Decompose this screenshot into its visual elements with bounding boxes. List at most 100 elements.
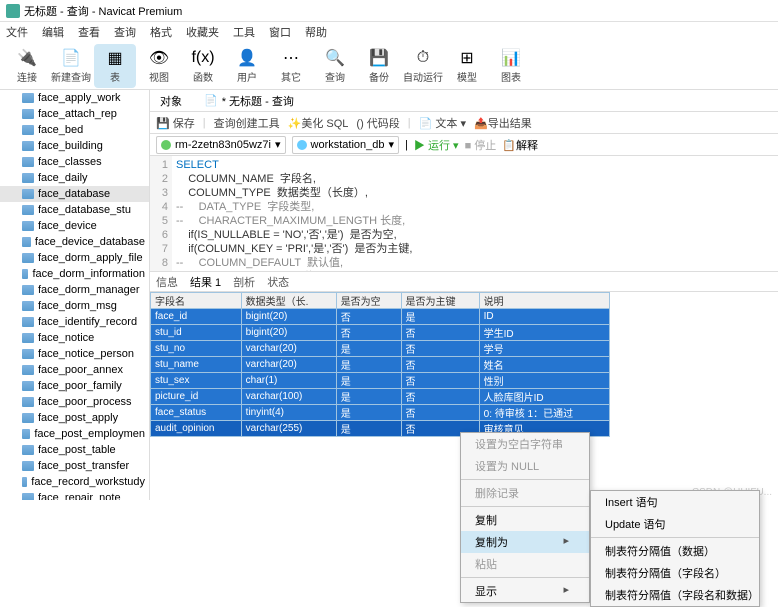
cell[interactable]: stu_sex <box>151 373 242 389</box>
cell[interactable]: varchar(255) <box>241 421 336 437</box>
connection-combo[interactable]: rm-2zetn83n05wz7i ▾ <box>156 136 286 154</box>
table-row[interactable]: picture_idvarchar(100)是否人脸库图片ID <box>151 389 610 405</box>
mi-copy[interactable]: 复制 <box>461 509 589 531</box>
tree-item-face_apply_work[interactable]: face_apply_work <box>0 90 149 106</box>
cell[interactable]: picture_id <box>151 389 242 405</box>
menu-help[interactable]: 帮助 <box>305 24 327 40</box>
cell[interactable]: 否 <box>401 389 479 405</box>
tree-item-face_dorm_apply_file[interactable]: face_dorm_apply_file <box>0 250 149 266</box>
table-row[interactable]: stu_novarchar(20)是否学号 <box>151 341 610 357</box>
cell[interactable]: 是 <box>336 357 401 373</box>
cell[interactable]: bigint(20) <box>241 309 336 325</box>
tree-item-face_database[interactable]: face_database <box>0 186 149 202</box>
tree-item-face_record_workstudy[interactable]: face_record_workstudy <box>0 474 149 490</box>
cell[interactable]: 是 <box>336 341 401 357</box>
cell[interactable]: 是 <box>401 309 479 325</box>
mi-tab-fields[interactable]: 制表符分隔值（字段名） <box>591 562 759 584</box>
menu-query[interactable]: 查询 <box>114 24 136 40</box>
tree-item-face_notice[interactable]: face_notice <box>0 330 149 346</box>
cell[interactable]: 0: 待审核 1：已通过 <box>479 405 609 421</box>
code[interactable]: SELECT COLUMN_NAME 字段名, COLUMN_TYPE 数据类型… <box>172 156 778 271</box>
save-button[interactable]: 💾 保存 <box>156 115 195 131</box>
tree-item-face_database_stu[interactable]: face_database_stu <box>0 202 149 218</box>
export-button[interactable]: 📤导出结果 <box>474 115 532 131</box>
table-row[interactable]: stu_idbigint(20)否否学生ID <box>151 325 610 341</box>
cell[interactable]: 否 <box>401 357 479 373</box>
col-header[interactable]: 数据类型（长. <box>241 293 336 309</box>
mi-copy-as[interactable]: 复制为 <box>461 531 589 553</box>
cell[interactable]: 否 <box>401 373 479 389</box>
menu-tools[interactable]: 工具 <box>233 24 255 40</box>
table-row[interactable]: stu_sexchar(1)是否性别 <box>151 373 610 389</box>
cell[interactable]: 人脸库图片ID <box>479 389 609 405</box>
cell[interactable]: stu_name <box>151 357 242 373</box>
mi-paste[interactable]: 粘贴 <box>461 553 589 575</box>
toolbar-表[interactable]: ▦表 <box>94 44 136 88</box>
cell[interactable]: bigint(20) <box>241 325 336 341</box>
cell[interactable]: 学号 <box>479 341 609 357</box>
toolbar-其它[interactable]: ⋯其它 <box>270 44 312 88</box>
tree-item-face_dorm_information[interactable]: face_dorm_information <box>0 266 149 282</box>
tree-item-face_identify_record[interactable]: face_identify_record <box>0 314 149 330</box>
table-row[interactable]: face_statustinyint(4)是否0: 待审核 1：已通过 <box>151 405 610 421</box>
cell[interactable]: 是 <box>336 373 401 389</box>
menu-file[interactable]: 文件 <box>6 24 28 40</box>
toolbar-新建查询[interactable]: 📄新建查询 <box>50 44 92 88</box>
tree-item-face_post_employmen[interactable]: face_post_employmen <box>0 426 149 442</box>
col-header[interactable]: 说明 <box>479 293 609 309</box>
tree-item-face_classes[interactable]: face_classes <box>0 154 149 170</box>
menu-fav[interactable]: 收藏夹 <box>186 24 219 40</box>
toolbar-连接[interactable]: 🔌连接 <box>6 44 48 88</box>
tree-item-face_poor_annex[interactable]: face_poor_annex <box>0 362 149 378</box>
cell[interactable]: 否 <box>401 341 479 357</box>
menu-format[interactable]: 格式 <box>150 24 172 40</box>
database-combo[interactable]: workstation_db ▾ <box>292 136 400 154</box>
builder-button[interactable]: 查询创建工具 <box>214 115 280 131</box>
tree-item-face_daily[interactable]: face_daily <box>0 170 149 186</box>
run-button[interactable]: ▶ 运行 ▾ <box>414 137 459 153</box>
tree-item-face_attach_rep[interactable]: face_attach_rep <box>0 106 149 122</box>
tree-item-face_dorm_manager[interactable]: face_dorm_manager <box>0 282 149 298</box>
tab-info[interactable]: 信息 <box>156 274 178 290</box>
table-row[interactable]: stu_namevarchar(20)是否姓名 <box>151 357 610 373</box>
cell[interactable]: varchar(20) <box>241 357 336 373</box>
tree-item-face_post_transfer[interactable]: face_post_transfer <box>0 458 149 474</box>
cell[interactable]: face_status <box>151 405 242 421</box>
tree-item-face_notice_person[interactable]: face_notice_person <box>0 346 149 362</box>
tree-item-face_dorm_msg[interactable]: face_dorm_msg <box>0 298 149 314</box>
toolbar-用户[interactable]: 👤用户 <box>226 44 268 88</box>
cell[interactable]: 是 <box>336 389 401 405</box>
cell[interactable]: 是 <box>336 421 401 437</box>
cell[interactable]: stu_no <box>151 341 242 357</box>
cell[interactable]: 是 <box>336 405 401 421</box>
text-button[interactable]: 📄 文本 ▾ <box>419 115 466 131</box>
mi-tab-both[interactable]: 制表符分隔值（字段名和数据） <box>591 584 759 606</box>
menu-edit[interactable]: 编辑 <box>42 24 64 40</box>
mi-tab-data[interactable]: 制表符分隔值（数据） <box>591 540 759 562</box>
cell[interactable]: 否 <box>336 325 401 341</box>
tab-query[interactable]: 📄 * 无标题 - 查询 <box>198 91 300 111</box>
tree-item-face_building[interactable]: face_building <box>0 138 149 154</box>
toolbar-查询[interactable]: 🔍查询 <box>314 44 356 88</box>
cell[interactable]: tinyint(4) <box>241 405 336 421</box>
cell[interactable]: varchar(100) <box>241 389 336 405</box>
cell[interactable]: 否 <box>401 325 479 341</box>
toolbar-视图[interactable]: 👁视图 <box>138 44 180 88</box>
table-row[interactable]: face_idbigint(20)否是ID <box>151 309 610 325</box>
toolbar-模型[interactable]: ⊞模型 <box>446 44 488 88</box>
cell[interactable]: 性别 <box>479 373 609 389</box>
mi-delete-record[interactable]: 删除记录 <box>461 482 589 504</box>
tab-profile[interactable]: 剖析 <box>233 274 255 290</box>
cell[interactable]: audit_opinion <box>151 421 242 437</box>
tree-item-face_post_apply[interactable]: face_post_apply <box>0 410 149 426</box>
tree-item-face_device_database[interactable]: face_device_database <box>0 234 149 250</box>
col-header[interactable]: 是否为空 <box>336 293 401 309</box>
col-header[interactable]: 是否为主键 <box>401 293 479 309</box>
mi-set-blank[interactable]: 设置为空白字符串 <box>461 433 589 455</box>
codeseg-button[interactable]: () 代码段 <box>356 115 399 131</box>
cell[interactable]: char(1) <box>241 373 336 389</box>
mi-insert-stmt[interactable]: Insert 语句 <box>591 491 759 513</box>
beautify-button[interactable]: ✨美化 SQL <box>288 115 349 131</box>
tree-item-face_post_table[interactable]: face_post_table <box>0 442 149 458</box>
cell[interactable]: 否 <box>336 309 401 325</box>
